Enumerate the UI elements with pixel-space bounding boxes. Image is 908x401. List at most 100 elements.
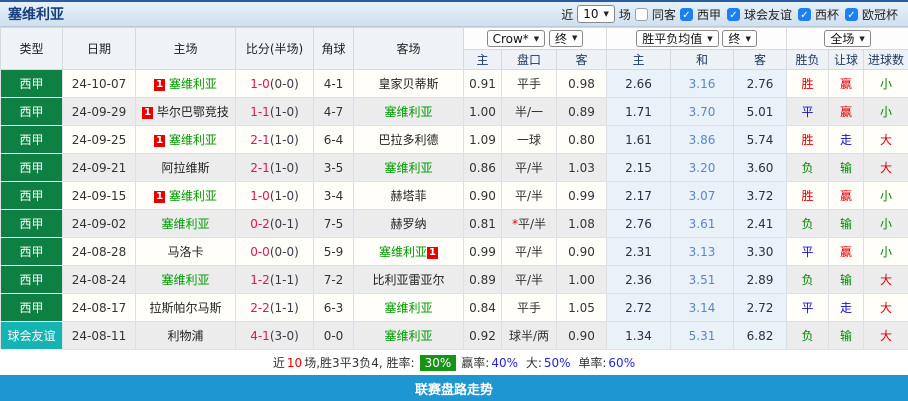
away-team[interactable]: 巴拉多利德 xyxy=(378,133,438,147)
rank-badge: 1 xyxy=(154,191,166,203)
league-type-label: 西甲 xyxy=(19,245,44,259)
win-rate-badge: 30% xyxy=(419,354,457,371)
avg-home-cell: 2.31 xyxy=(606,237,672,266)
rank-badge: 1 xyxy=(154,135,166,147)
home-team[interactable]: 马洛卡 xyxy=(167,245,203,259)
bookmaker-select[interactable]: Crow* ▼ xyxy=(486,30,546,48)
away-team[interactable]: 赫塔菲 xyxy=(390,189,426,203)
home-team[interactable]: 利物浦 xyxy=(167,329,203,343)
handicap-label: 平/半 xyxy=(514,273,544,287)
away-cell: 赫罗纳 xyxy=(353,209,464,238)
league-checkbox-ucl[interactable]: ✓ xyxy=(844,7,858,21)
match-history-panel: 塞维利亚 近 10 ▼ 场 同客 ✓ 西甲 ✓ 球会友谊 ✓ 西杯 ✓ 欧冠杯 xyxy=(0,0,908,401)
corner-cell: 6-4 xyxy=(313,125,354,154)
avg-home-cell: 2.15 xyxy=(606,153,672,182)
home-team[interactable]: 塞维利亚 xyxy=(161,217,209,231)
outcome-cell: 负 xyxy=(786,209,830,238)
home-team[interactable]: 毕尔巴鄂竞技 xyxy=(157,105,229,119)
halftime-score: (1-0) xyxy=(269,188,299,203)
avg-home-cell: 2.72 xyxy=(606,293,672,322)
table-row: 西甲 24-09-02 塞维利亚 0-2(0-1) 7-5 赫罗纳 0.81 *… xyxy=(0,209,908,238)
score-cell: 2-1(1-0) xyxy=(235,125,314,154)
handicap-cell: 平手 xyxy=(501,69,557,98)
home-team[interactable]: 塞维利亚 xyxy=(169,77,217,91)
away-team[interactable]: 比利亚雷亚尔 xyxy=(372,273,444,287)
away-team[interactable]: 塞维利亚 xyxy=(384,105,432,119)
away-team[interactable]: 皇家贝蒂斯 xyxy=(378,77,438,91)
goals-result-cell: 大 xyxy=(863,321,908,350)
home-odds-cell: 0.90 xyxy=(463,181,502,210)
away-team[interactable]: 塞维利亚 xyxy=(384,161,432,175)
away-odds-cell: 1.05 xyxy=(555,293,608,322)
avg-home-cell: 2.36 xyxy=(606,265,672,294)
away-team[interactable]: 塞维利亚 xyxy=(384,301,432,315)
home-cell: 塞维利亚 xyxy=(135,265,236,294)
away-cell: 塞维利亚 1 xyxy=(353,237,464,266)
home-team[interactable]: 阿拉维斯 xyxy=(161,161,209,175)
fulltime-score: 0-0 xyxy=(250,244,270,259)
home-team[interactable]: 拉斯帕尔马斯 xyxy=(149,301,221,315)
result-group-header: 全场 ▼ xyxy=(786,27,908,50)
handicap-label: 平/半 xyxy=(514,189,544,203)
score-cell: 0-2(0-1) xyxy=(235,209,314,238)
chevron-down-icon: ▼ xyxy=(707,34,713,43)
avg-time-select[interactable]: 终 ▼ xyxy=(722,30,757,47)
avg-away-cell: 5.01 xyxy=(733,97,788,126)
corner-cell: 7-5 xyxy=(313,209,354,238)
date-cell: 24-08-24 xyxy=(62,265,136,294)
home-team[interactable]: 塞维利亚 xyxy=(161,273,209,287)
away-cell: 皇家贝蒂斯 xyxy=(353,69,464,98)
avg-home-cell: 1.34 xyxy=(606,321,672,350)
date-cell: 24-09-15 xyxy=(62,181,136,210)
avg-draw-cell: 3.70 xyxy=(670,97,735,126)
recent-count-select[interactable]: 10 ▼ xyxy=(577,5,615,23)
home-team[interactable]: 塞维利亚 xyxy=(169,133,217,147)
fulltime-score: 1-0 xyxy=(250,76,270,91)
scope-select[interactable]: 全场 ▼ xyxy=(824,30,871,47)
score-cell: 1-0(0-0) xyxy=(235,69,314,98)
table-row: 球会友谊 24-08-11 利物浦 4-1(3-0) 0-0 塞维利亚 0.92… xyxy=(0,321,908,350)
goals-result-cell: 大 xyxy=(863,153,908,182)
away-team[interactable]: 赫罗纳 xyxy=(390,217,426,231)
handicap-cell: 半/一 xyxy=(501,97,557,126)
odds-time-select[interactable]: 终 ▼ xyxy=(549,29,584,47)
avg-select[interactable]: 胜平负均值 ▼ xyxy=(636,30,719,47)
league-checkbox-copa[interactable]: ✓ xyxy=(797,7,811,21)
home-cell: 1 塞维利亚 xyxy=(135,181,236,210)
outcome-value: 胜 xyxy=(801,133,814,147)
same-away-label: 同客 xyxy=(651,7,676,22)
avg-draw-cell: 3.16 xyxy=(670,69,735,98)
avg-away-cell: 6.82 xyxy=(733,321,788,350)
home-odds-cell: 0.89 xyxy=(463,265,502,294)
goals-result-cell: 小 xyxy=(863,69,908,98)
league-checkbox-laliga[interactable]: ✓ xyxy=(679,7,693,21)
avg-draw-cell: 3.86 xyxy=(670,125,735,154)
home-odds-cell: 0.91 xyxy=(463,69,502,98)
league-checkbox-friendly[interactable]: ✓ xyxy=(726,7,740,21)
league-label-copa: 西杯 xyxy=(814,7,839,22)
away-team[interactable]: 塞维利亚 xyxy=(384,329,432,343)
away-team[interactable]: 塞维利亚 xyxy=(379,245,427,259)
fulltime-score: 1-2 xyxy=(250,272,270,287)
goals-result-cell: 小 xyxy=(863,97,908,126)
summary-prefix: 近 xyxy=(272,356,285,370)
bookmaker-select-value: Crow* xyxy=(492,31,529,46)
goals-result-cell: 大 xyxy=(863,265,908,294)
score-cell: 1-1(1-0) xyxy=(235,97,314,126)
avg-home-cell: 2.17 xyxy=(606,181,672,210)
goals-result-cell: 小 xyxy=(863,237,908,266)
handicap-result-cell: 走 xyxy=(828,125,865,154)
home-team[interactable]: 塞维利亚 xyxy=(169,189,217,203)
type-cell: 西甲 xyxy=(0,125,63,154)
outcome-cell: 负 xyxy=(786,321,830,350)
away-cell: 赫塔菲 xyxy=(353,181,464,210)
same-away-checkbox[interactable] xyxy=(634,7,648,21)
away-cell: 巴拉多利德 xyxy=(353,125,464,154)
handicap-label: 球半/两 xyxy=(508,329,550,343)
fulltime-score: 2-1 xyxy=(250,160,270,175)
goals-result-value: 大 xyxy=(880,273,893,287)
handicap-result-value: 输 xyxy=(840,273,853,287)
halftime-score: (0-0) xyxy=(269,76,299,91)
fulltime-score: 2-1 xyxy=(250,132,270,147)
avg-draw-cell: 3.51 xyxy=(670,265,735,294)
